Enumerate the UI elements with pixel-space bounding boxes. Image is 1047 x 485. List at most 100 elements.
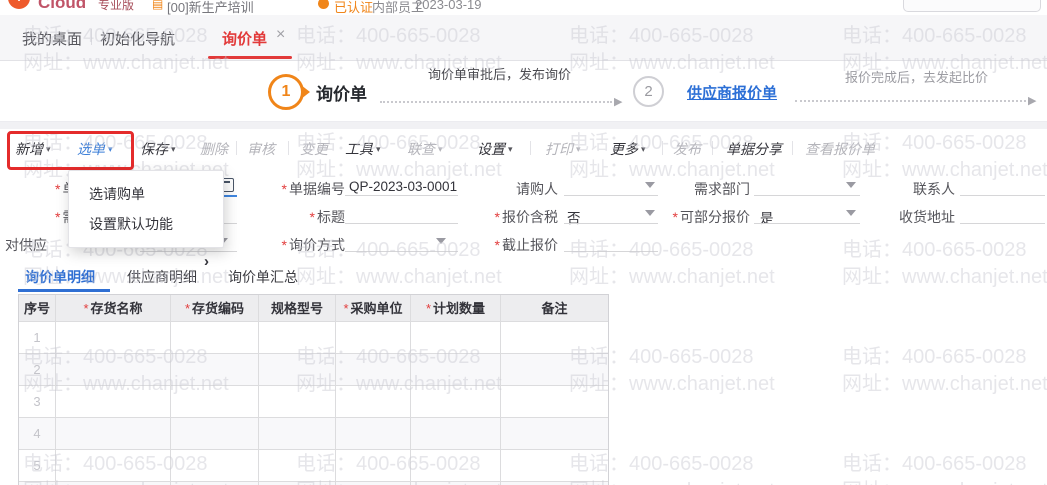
table-cell[interactable] xyxy=(171,354,259,386)
step2-badge: 2 xyxy=(633,76,664,107)
tab-my-desktop[interactable]: 我的桌面 xyxy=(22,28,82,49)
chevron-down-icon: ▾ xyxy=(641,144,646,154)
change-button[interactable]: 变更 xyxy=(300,139,328,159)
table-cell[interactable] xyxy=(259,450,336,482)
title-field[interactable] xyxy=(345,223,458,224)
table-cell[interactable] xyxy=(501,354,608,386)
inquiry-method-field[interactable] xyxy=(345,251,458,252)
table-cell[interactable] xyxy=(259,418,336,450)
organization-icon: ▤ xyxy=(152,0,164,11)
table-cell[interactable] xyxy=(501,418,608,450)
tab-inquiry-summary[interactable]: 询价单汇总 xyxy=(228,267,298,287)
table-cell[interactable] xyxy=(56,450,171,482)
select-doc-button[interactable]: 选单 ▾ xyxy=(77,139,113,159)
active-detail-tab-indicator xyxy=(18,289,110,292)
contact-field[interactable] xyxy=(960,195,1045,196)
tab-supplier-detail[interactable]: 供应商明细 xyxy=(127,267,197,287)
chevron-down-icon[interactable] xyxy=(436,238,446,244)
save-button[interactable]: 保存 ▾ xyxy=(140,139,176,159)
table-cell[interactable] xyxy=(336,450,411,482)
logo-edition-label: 专业版 xyxy=(98,0,135,12)
table-cell[interactable] xyxy=(171,386,259,418)
table-cell[interactable] xyxy=(259,354,336,386)
quote-deadline-field[interactable] xyxy=(564,251,658,252)
share-doc-button[interactable]: 单据分享 xyxy=(726,139,782,159)
link-query-button[interactable]: 联查 ▾ xyxy=(407,139,443,159)
toolbar: 新增 ▾ 选单 ▾ 保存 ▾ 删除 审核 变更 工具 ▾ 联查 ▾ 设置 ▾ 打印 ▾ 更多 ▾… xyxy=(0,129,1047,168)
audit-button[interactable]: 审核 xyxy=(247,139,275,159)
settings-button[interactable]: 设置 ▾ xyxy=(477,139,513,159)
table-cell[interactable] xyxy=(411,418,501,450)
table-cell[interactable] xyxy=(56,386,171,418)
chevron-down-icon: ▾ xyxy=(438,144,443,154)
requester-label: 请购人 xyxy=(516,181,558,197)
supplier-visibility-field[interactable] xyxy=(140,251,237,252)
toolbar-separator xyxy=(662,141,663,155)
business-date[interactable]: 2023-03-19 xyxy=(415,0,482,12)
toolbar-separator xyxy=(792,141,793,155)
main-tabbar: 我的桌面 初始化导航 询价单 × xyxy=(0,15,1047,61)
table-cell[interactable] xyxy=(411,322,501,354)
table-cell[interactable] xyxy=(171,450,259,482)
publish-button[interactable]: 发布 xyxy=(673,139,701,159)
doc-no-field[interactable] xyxy=(345,195,458,196)
table-cell[interactable] xyxy=(411,386,501,418)
table-cell[interactable] xyxy=(336,354,411,386)
partial-quote-field[interactable] xyxy=(754,223,860,224)
table-cell[interactable] xyxy=(501,322,608,354)
topbar: + Cloud 专业版 ▤ [00]新生产培训 已认证 内部员工 2023-03… xyxy=(0,0,1047,15)
print-button[interactable]: 打印 ▾ xyxy=(545,139,581,159)
table-header-cell: 备注 xyxy=(501,295,608,322)
table-cell[interactable] xyxy=(171,322,259,354)
inquiry-method-label: * 询价方式 xyxy=(281,237,345,253)
steps-banner: 1 询价单 询价单审批后，发布询价 ▶ 2 供应商报价单 报价完成后，去发起比价… xyxy=(0,61,1047,122)
table-cell[interactable] xyxy=(56,418,171,450)
table-cell[interactable] xyxy=(56,322,171,354)
table-cell[interactable] xyxy=(259,322,336,354)
demand-dept-field[interactable] xyxy=(754,195,860,196)
tools-button[interactable]: 工具 ▾ xyxy=(345,139,381,159)
certified-badge-icon xyxy=(318,0,329,9)
contact-label: 联系人 xyxy=(913,181,955,197)
add-button[interactable]: 新增 ▾ xyxy=(15,139,51,159)
table-cell[interactable] xyxy=(259,386,336,418)
ship-address-field[interactable] xyxy=(960,223,1045,224)
tab-inquiry-order[interactable]: 询价单 xyxy=(222,28,267,49)
watermark-text: 电话：400-665-0028网址：www.chanjet.net xyxy=(842,346,1047,395)
tab-inquiry-detail[interactable]: 询价单明细 xyxy=(25,267,95,287)
partial-quote-label: * 可部分报价 xyxy=(672,209,750,225)
table-header-cell: 规格型号 xyxy=(259,295,336,322)
table-cell[interactable] xyxy=(171,418,259,450)
quote-tax-value[interactable]: 否 xyxy=(567,207,581,227)
step1-title: 询价单 xyxy=(316,85,367,104)
table-row: 1 xyxy=(19,322,608,354)
table-cell[interactable] xyxy=(56,354,171,386)
table-cell[interactable] xyxy=(336,418,411,450)
doc-no-label: * 单据编号 xyxy=(281,181,345,197)
table-cell[interactable] xyxy=(501,386,608,418)
table-cell[interactable] xyxy=(411,354,501,386)
menu-item-select-purchase-request[interactable]: 选请购单 xyxy=(69,179,223,209)
table-cell[interactable] xyxy=(336,322,411,354)
menu-item-set-default-function[interactable]: 设置默认功能 › xyxy=(69,209,223,270)
doc-no-value[interactable]: QP-2023-03-0001 xyxy=(349,179,457,194)
tab-init-nav[interactable]: 初始化导航 xyxy=(100,28,175,49)
close-icon[interactable]: × xyxy=(276,26,285,44)
step2-hint: 报价完成后，去发起比价 xyxy=(845,70,989,85)
table-cell[interactable] xyxy=(501,450,608,482)
view-quotes-button[interactable]: 查看报价单 xyxy=(805,139,875,159)
step1-badge-tip xyxy=(301,85,310,99)
more-button[interactable]: 更多 ▾ xyxy=(610,139,646,159)
step-connector-line xyxy=(795,100,1030,102)
delete-button[interactable]: 删除 xyxy=(200,139,228,159)
table-cell[interactable] xyxy=(411,450,501,482)
active-tab-indicator xyxy=(208,56,292,59)
table-cell[interactable] xyxy=(336,386,411,418)
certified-badge: 已认证 xyxy=(334,0,374,15)
partial-quote-value[interactable]: 是 xyxy=(760,207,774,227)
table-header-cell: 序号 xyxy=(19,295,56,322)
topbar-search-input[interactable] xyxy=(903,0,1041,12)
step1-hint: 询价单审批后，发布询价 xyxy=(428,67,572,82)
step2-supplier-quote-link[interactable]: 供应商报价单 xyxy=(687,82,777,103)
organization-label[interactable]: [00]新生产培训 xyxy=(167,0,254,15)
